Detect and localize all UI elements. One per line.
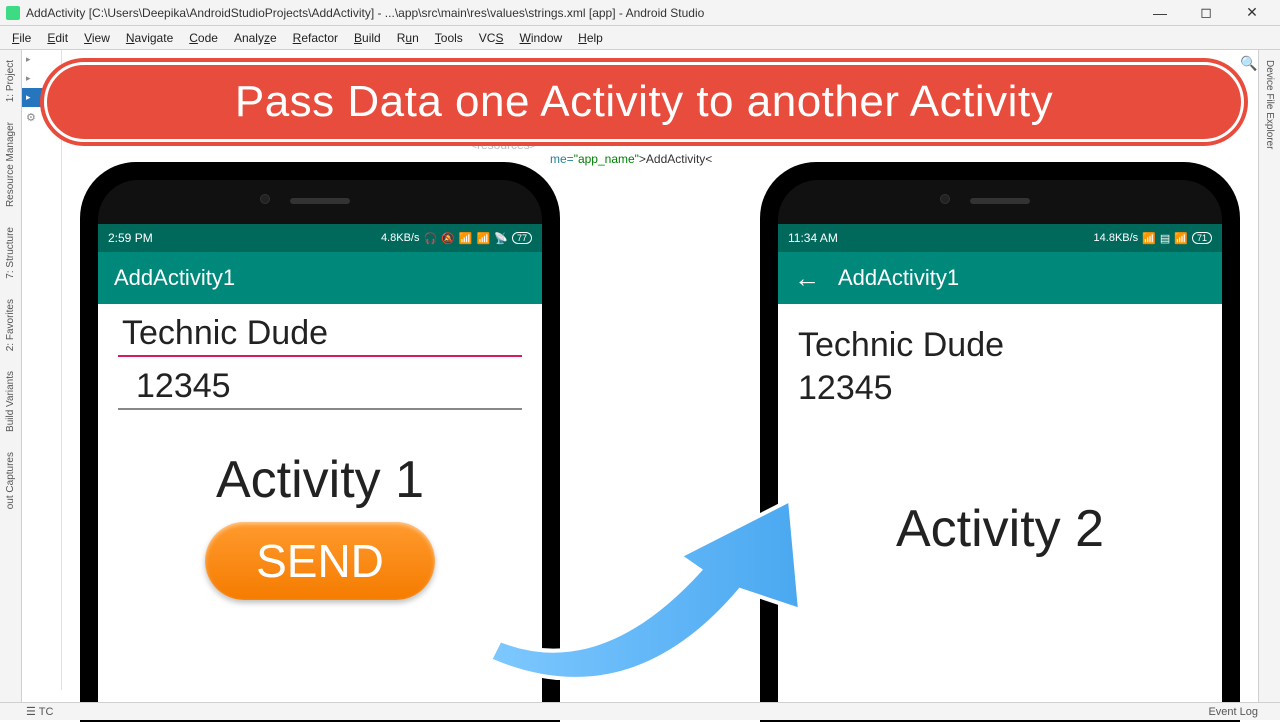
signal-icon-2: 📶	[477, 232, 491, 245]
app-title: AddActivity1	[838, 265, 959, 291]
status-time: 11:34 AM	[788, 231, 838, 245]
close-button[interactable]: ✕	[1230, 1, 1274, 25]
menu-vcs[interactable]: VCS	[471, 28, 512, 48]
tab-favorites[interactable]: 2: Favorites	[3, 289, 18, 361]
back-arrow-icon[interactable]: ←	[794, 263, 820, 294]
left-tool-rail: 1: Project Resource Manager 7: Structure…	[0, 50, 22, 702]
status-netspeed: 4.8KB/s	[381, 232, 420, 244]
status-netspeed: 14.8KB/s	[1094, 232, 1139, 244]
received-number: 12345	[798, 367, 1202, 410]
phone-mockup-activity2: 11:34 AM 14.8KB/s 📶 ▤ 📶 71 ← AddActivity…	[760, 162, 1240, 722]
sim-icon: ▤	[1160, 232, 1170, 245]
signal-icon: 📶	[1142, 232, 1156, 245]
phone-speaker-icon	[290, 198, 350, 204]
status-time: 2:59 PM	[108, 231, 153, 245]
battery-icon: 71	[1192, 232, 1212, 244]
tutorial-title-banner: Pass Data one Activity to another Activi…	[44, 62, 1244, 142]
tab-build-variants[interactable]: Build Variants	[3, 361, 18, 442]
code-attr-value: "app_name"	[574, 152, 639, 166]
android-studio-icon	[6, 6, 20, 20]
tab-device-file-explorer[interactable]: Device File Explorer	[1262, 50, 1277, 159]
headphone-icon: 🎧	[423, 232, 437, 245]
project-tree[interactable]: ▸ ▸ ▸ ⚙	[22, 50, 62, 690]
footer-tc[interactable]: ☰ TC	[26, 705, 53, 718]
ide-status-bar: ☰ TC Event Log	[0, 702, 1280, 720]
android-status-bar: 11:34 AM 14.8KB/s 📶 ▤ 📶 71	[778, 224, 1222, 252]
activity1-label: Activity 1	[98, 450, 542, 510]
dnd-icon: 🔕	[441, 232, 455, 245]
input-number[interactable]: 12345	[118, 361, 522, 410]
app-title: AddActivity1	[114, 265, 235, 291]
tab-resource-manager[interactable]: Resource Manager	[3, 112, 18, 217]
tab-structure[interactable]: 7: Structure	[3, 217, 18, 289]
window-title: AddActivity [C:\Users\Deepika\AndroidStu…	[26, 6, 704, 20]
battery-icon: 77	[512, 232, 532, 244]
phone-camera-icon	[940, 194, 950, 204]
banner-text: Pass Data one Activity to another Activi…	[235, 77, 1053, 127]
menu-code[interactable]: Code	[181, 28, 226, 48]
android-status-bar: 2:59 PM 4.8KB/s 🎧 🔕 📶 📶 📡 77	[98, 224, 542, 252]
wifi-icon: 📡	[494, 232, 508, 245]
send-button[interactable]: SEND	[205, 522, 435, 600]
app-toolbar: AddActivity1	[98, 252, 542, 304]
menu-build[interactable]: Build	[346, 28, 389, 48]
footer-event-log[interactable]: Event Log	[1208, 706, 1258, 718]
activity2-label: Activity 2	[778, 499, 1222, 559]
menu-edit[interactable]: Edit	[39, 28, 76, 48]
right-tool-rail: Device File Explorer	[1258, 50, 1280, 702]
maximize-button[interactable]: ◻	[1184, 1, 1228, 25]
phone-speaker-icon	[970, 198, 1030, 204]
search-icon[interactable]: 🔍	[1240, 54, 1258, 72]
received-name: Technic Dude	[798, 324, 1202, 367]
menu-analyze[interactable]: Analyze	[226, 28, 285, 48]
tab-layout-captures[interactable]: out Captures	[3, 442, 18, 519]
minimize-button[interactable]: —	[1138, 1, 1182, 25]
app-toolbar: ← AddActivity1	[778, 252, 1222, 304]
menu-view[interactable]: View	[76, 28, 118, 48]
code-text-content: >AddActivity<	[639, 152, 712, 166]
menu-run[interactable]: Run	[389, 28, 427, 48]
phone-camera-icon	[260, 194, 270, 204]
signal-icon: 📶	[459, 232, 473, 245]
menu-tools[interactable]: Tools	[427, 28, 471, 48]
menu-window[interactable]: Window	[511, 28, 570, 48]
window-title-bar: AddActivity [C:\Users\Deepika\AndroidStu…	[0, 0, 1280, 26]
menu-navigate[interactable]: Navigate	[118, 28, 181, 48]
main-menu-bar: File Edit View Navigate Code Analyze Ref…	[0, 26, 1280, 50]
menu-help[interactable]: Help	[570, 28, 611, 48]
tab-project[interactable]: 1: Project	[3, 50, 18, 112]
signal-icon-2: 📶	[1174, 232, 1188, 245]
input-name[interactable]: Technic Dude	[118, 308, 522, 357]
menu-file[interactable]: File	[4, 28, 39, 48]
phone-mockup-activity1: 2:59 PM 4.8KB/s 🎧 🔕 📶 📶 📡 77 AddActivity…	[80, 162, 560, 722]
menu-refactor[interactable]: Refactor	[285, 28, 346, 48]
